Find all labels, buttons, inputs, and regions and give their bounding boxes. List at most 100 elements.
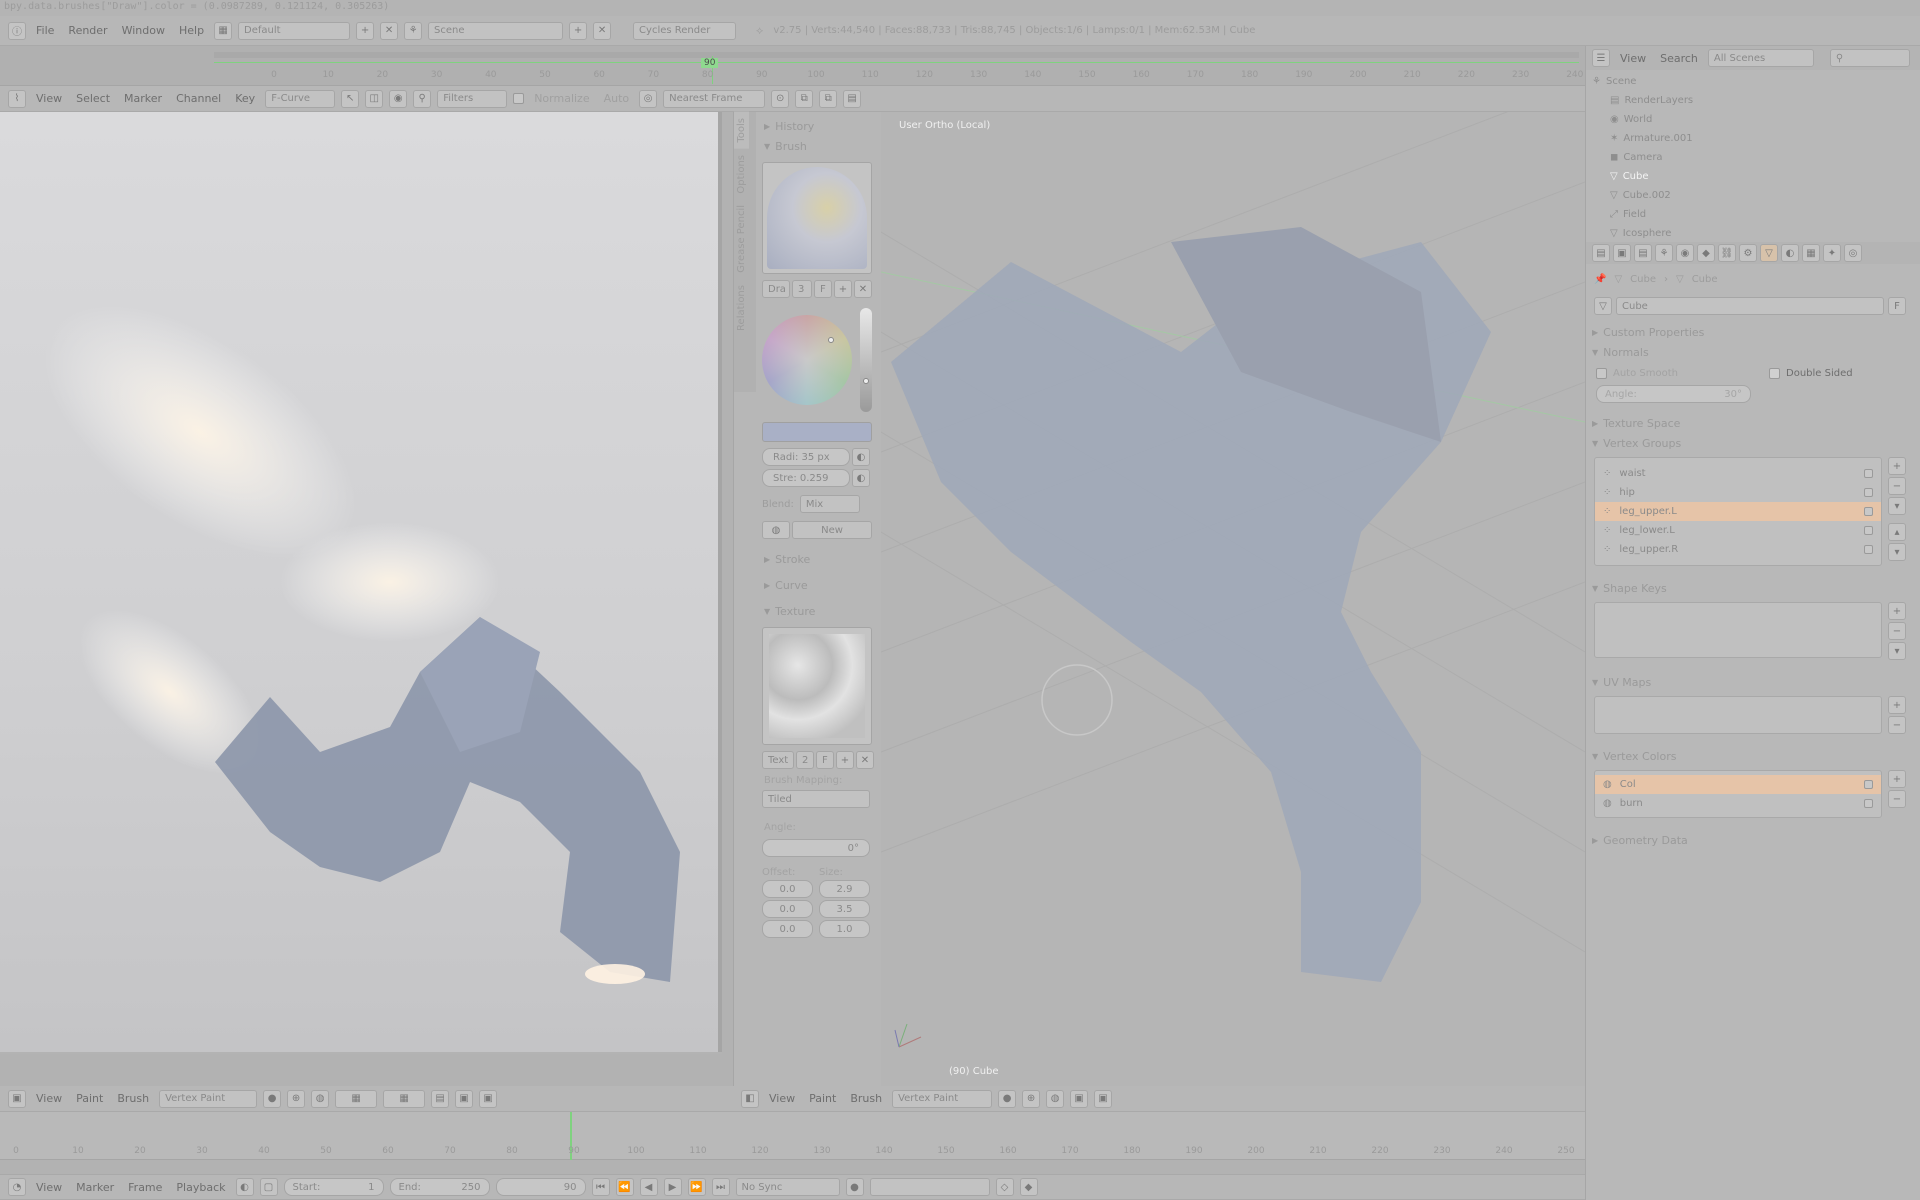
radius-field[interactable]: Radi: 35 px — [762, 448, 850, 466]
render-icon[interactable] — [1864, 799, 1873, 808]
add-texture-icon[interactable]: + — [836, 751, 854, 769]
graph-menu-key[interactable]: Key — [231, 92, 259, 105]
list-item[interactable]: ⁘ leg_upper.L — [1595, 502, 1881, 521]
object-tab-icon[interactable]: ◆ — [1697, 244, 1715, 262]
brush-browse-icon[interactable]: ◍ — [762, 521, 790, 539]
panel-vertex-groups[interactable]: ▼ Vertex Groups — [1586, 433, 1920, 453]
mesh-fake-user-icon[interactable]: F — [1888, 297, 1906, 315]
add-scene-icon[interactable]: + — [569, 21, 588, 40]
panel-vertex-colors[interactable]: ▼ Vertex Colors — [1586, 746, 1920, 766]
lock-icon[interactable] — [1864, 526, 1873, 535]
add-shapekey-icon[interactable]: + — [1888, 602, 1906, 620]
color-wheel[interactable] — [762, 315, 852, 405]
move-up-icon[interactable]: ▴ — [1888, 523, 1906, 541]
pin-icon[interactable]: 📌 — [1594, 274, 1606, 285]
move-down-icon[interactable]: ▾ — [1888, 543, 1906, 561]
brush-mapping-select[interactable]: Tiled — [762, 790, 870, 808]
tab-options[interactable]: Options — [734, 149, 749, 200]
lock-icon[interactable] — [1864, 507, 1873, 516]
list-item[interactable]: ◍ burn — [1595, 794, 1881, 813]
image-editor-area[interactable] — [0, 112, 722, 1054]
mesh-name-field[interactable]: Cube — [1616, 297, 1884, 315]
current-frame-field[interactable]: 90 — [495, 1178, 586, 1196]
tab-grease-pencil[interactable]: Grease Pencil — [734, 199, 749, 279]
panel-texture[interactable]: ▼ Texture — [758, 601, 878, 621]
panel-custom-properties[interactable]: ▶ Custom Properties — [1586, 322, 1920, 342]
vertex-colors-list[interactable]: ◍ Col ◍ burn — [1594, 770, 1882, 818]
outliner-type-icon[interactable]: ☰ — [1592, 49, 1610, 67]
color-cursor[interactable] — [828, 337, 834, 343]
remove-scene-icon[interactable]: ✕ — [593, 21, 612, 40]
brush-fake-user[interactable]: F — [814, 280, 832, 298]
viewport-render-anim-icon[interactable]: ▣ — [1094, 1089, 1113, 1108]
image-editor-type-icon[interactable]: ▣ — [8, 1089, 26, 1108]
menu-render[interactable]: Render — [64, 24, 111, 37]
snap-select[interactable]: Nearest Frame — [663, 89, 766, 108]
editor-type-icon[interactable]: ⓘ — [8, 21, 26, 40]
graph-menu-select[interactable]: Select — [72, 92, 114, 105]
timeline-menu-marker[interactable]: Marker — [72, 1181, 118, 1194]
render-icon[interactable] — [1864, 780, 1873, 789]
graph-menu-channel[interactable]: Channel — [172, 92, 225, 105]
blend-select[interactable]: Mix — [799, 495, 860, 513]
graph-scrollbar[interactable] — [214, 52, 1579, 58]
scene-tab-icon[interactable]: ⚘ — [1655, 244, 1673, 262]
render-tab-icon[interactable]: ▣ — [1613, 244, 1631, 262]
mask-icon[interactable]: ◍ — [311, 1089, 330, 1108]
tab-relations[interactable]: Relations — [734, 279, 749, 337]
layout-field[interactable]: Default — [238, 21, 351, 40]
render-engine-select[interactable]: Cycles Render — [633, 21, 737, 40]
offset-y-field[interactable]: 0.0 — [762, 900, 813, 918]
next-key-icon[interactable]: ⏩ — [687, 1178, 706, 1196]
play-reverse-icon[interactable]: ◀ — [639, 1178, 658, 1196]
layout-grid-icon[interactable]: ▦ — [214, 21, 233, 40]
viewport-menu-paint[interactable]: Paint — [805, 1092, 840, 1105]
vertex-groups-list[interactable]: ⁘ waist ⁘ hip ⁘ leg_upper.L ⁘ leg_lower.L ⁘ l… — [1594, 457, 1882, 566]
timeline-ruler[interactable]: 0 10 20 30 40 50 60 70 80 90 100 110 120 130 140 150 160… — [0, 1112, 1585, 1160]
render-anim-icon[interactable]: ▣ — [479, 1089, 498, 1108]
add-vgroup-icon[interactable]: + — [1888, 457, 1906, 475]
texture-preview[interactable] — [762, 627, 872, 745]
mesh-browse-icon[interactable]: ▽ — [1594, 297, 1612, 315]
filters-button[interactable]: Filters — [437, 89, 508, 108]
uv-maps-list[interactable] — [1594, 696, 1882, 734]
pivot-point-icon[interactable]: ⊙ — [771, 89, 790, 108]
lock-icon[interactable] — [1864, 469, 1873, 478]
material-tab-icon[interactable]: ◐ — [1781, 244, 1799, 262]
outliner-menu-view[interactable]: View — [1616, 52, 1650, 65]
auto-key-icon[interactable]: ● — [845, 1178, 864, 1196]
lock-icon[interactable] — [1864, 488, 1873, 497]
physics-tab-icon[interactable]: ◎ — [1844, 244, 1862, 262]
shapekey-specials-icon[interactable]: ▾ — [1888, 642, 1906, 660]
layer-buttons[interactable]: ▦ — [335, 1089, 378, 1108]
angle-field[interactable]: 0° — [762, 839, 870, 857]
play-icon[interactable]: ▶ — [663, 1178, 682, 1196]
world-tab-icon[interactable]: ◉ — [1676, 244, 1694, 262]
outliner-item[interactable]: ✶ Armature.001 — [1592, 129, 1914, 148]
brush-name-field[interactable]: Dra — [762, 280, 790, 298]
remove-shapekey-icon[interactable]: − — [1888, 622, 1906, 640]
prev-key-icon[interactable]: ⏪ — [615, 1178, 634, 1196]
viewport-type-icon[interactable]: ◧ — [741, 1089, 759, 1108]
list-item[interactable]: ⁘ waist — [1595, 464, 1881, 483]
panel-curve[interactable]: ▶ Curve — [758, 575, 878, 595]
offset-z-field[interactable]: 0.0 — [762, 920, 813, 938]
value-slider[interactable] — [860, 308, 872, 412]
offset-x-field[interactable]: 0.0 — [762, 880, 813, 898]
menu-file[interactable]: File — [32, 24, 58, 37]
menu-help[interactable]: Help — [175, 24, 208, 37]
timeline-menu-view[interactable]: View — [32, 1181, 66, 1194]
list-item[interactable]: ⁘ hip — [1595, 483, 1881, 502]
list-item[interactable]: ⁘ leg_lower.L — [1595, 521, 1881, 540]
add-layout-icon[interactable]: + — [356, 21, 375, 40]
layer-buttons-2[interactable]: ▦ — [383, 1089, 426, 1108]
strength-pressure-icon[interactable]: ◐ — [852, 469, 870, 487]
modifiers-tab-icon[interactable]: ⚙ — [1739, 244, 1757, 262]
end-frame-field[interactable]: End: 250 — [389, 1178, 490, 1196]
remove-uvmap-icon[interactable]: − — [1888, 716, 1906, 734]
render-icon[interactable]: ▣ — [455, 1089, 474, 1108]
remove-vcol-icon[interactable]: − — [1888, 790, 1906, 808]
panel-stroke[interactable]: ▶ Stroke — [758, 549, 878, 569]
shape-keys-list[interactable] — [1594, 602, 1882, 658]
outliner-menu-search[interactable]: Search — [1656, 52, 1702, 65]
